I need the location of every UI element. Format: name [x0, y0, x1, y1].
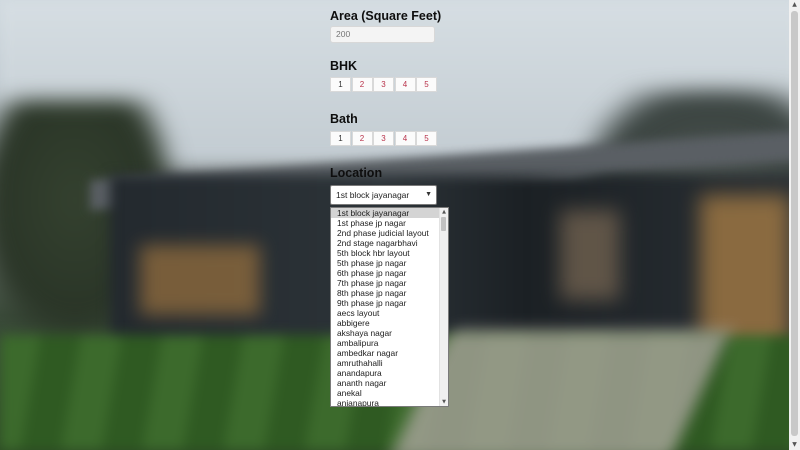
- location-option[interactable]: 1st block jayanagar: [331, 208, 441, 218]
- bhk-options: 1 2 3 4 5: [330, 77, 438, 92]
- bath-label: Bath: [330, 112, 358, 126]
- bath-option-3[interactable]: 3: [373, 131, 394, 146]
- location-option[interactable]: 7th phase jp nagar: [331, 278, 441, 288]
- bhk-option-2[interactable]: 2: [351, 77, 373, 92]
- dropdown-scrollbar[interactable]: ▲ ▼: [439, 208, 448, 406]
- bhk-option-3[interactable]: 3: [373, 77, 394, 92]
- chevron-down-icon: ▼: [425, 191, 432, 198]
- bath-option-5[interactable]: 5: [416, 131, 437, 146]
- location-option[interactable]: 5th block hbr layout: [331, 248, 441, 258]
- location-option[interactable]: 1st phase jp nagar: [331, 218, 441, 228]
- location-option[interactable]: 6th phase jp nagar: [331, 268, 441, 278]
- bath-options: 1 2 3 4 5: [330, 131, 438, 146]
- location-selected-value: 1st block jayanagar: [336, 190, 410, 200]
- bhk-option-4[interactable]: 4: [394, 77, 416, 92]
- bath-option-2[interactable]: 2: [351, 131, 373, 146]
- scroll-thumb[interactable]: [441, 217, 446, 231]
- bath-option-4[interactable]: 4: [394, 131, 416, 146]
- area-label: Area (Square Feet): [330, 9, 442, 23]
- scroll-down-icon[interactable]: ▼: [789, 440, 800, 450]
- location-option[interactable]: 9th phase jp nagar: [331, 298, 441, 308]
- page-scrollbar[interactable]: ▲ ▼: [789, 0, 800, 450]
- bg-window: [560, 210, 620, 300]
- location-option[interactable]: anjanapura: [331, 398, 441, 406]
- location-option[interactable]: aecs layout: [331, 308, 441, 318]
- page-scroll-thumb[interactable]: [791, 11, 798, 436]
- location-options: 1st block jayanagar 1st phase jp nagar 2nd…: [331, 208, 441, 406]
- location-option[interactable]: ambalipura: [331, 338, 441, 348]
- scroll-up-icon[interactable]: ▲: [789, 0, 800, 10]
- location-select[interactable]: 1st block jayanagar ▼: [330, 185, 437, 205]
- location-option[interactable]: abbigere: [331, 318, 441, 328]
- location-label: Location: [330, 166, 383, 180]
- location-dropdown-list[interactable]: 1st block jayanagar 1st phase jp nagar 2nd…: [330, 207, 449, 407]
- location-option[interactable]: 5th phase jp nagar: [331, 258, 441, 268]
- bhk-option-5[interactable]: 5: [416, 77, 437, 92]
- location-option[interactable]: ananth nagar: [331, 378, 441, 388]
- location-option[interactable]: 2nd phase judicial layout: [331, 228, 441, 238]
- scroll-up-icon[interactable]: ▲: [440, 208, 448, 216]
- bg-window: [140, 245, 260, 315]
- location-option[interactable]: ambedkar nagar: [331, 348, 441, 358]
- bhk-option-1[interactable]: 1: [330, 77, 351, 92]
- bath-option-1[interactable]: 1: [330, 131, 351, 146]
- location-option[interactable]: akshaya nagar: [331, 328, 441, 338]
- location-option[interactable]: 8th phase jp nagar: [331, 288, 441, 298]
- area-input[interactable]: [330, 26, 435, 43]
- location-option[interactable]: anekal: [331, 388, 441, 398]
- scroll-down-icon[interactable]: ▼: [440, 398, 448, 406]
- location-option[interactable]: 2nd stage nagarbhavi: [331, 238, 441, 248]
- bhk-label: BHK: [330, 59, 358, 73]
- location-option[interactable]: amruthahalli: [331, 358, 441, 368]
- location-option[interactable]: anandapura: [331, 368, 441, 378]
